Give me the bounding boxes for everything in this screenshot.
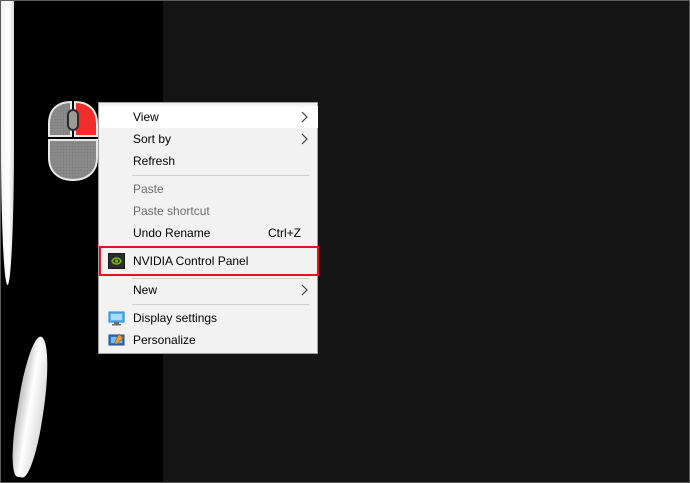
menu-item-view[interactable]: View bbox=[100, 106, 318, 128]
menu-item-label: View bbox=[133, 110, 159, 124]
screen-glare-top bbox=[1, 0, 14, 285]
menu-item-undo-rename[interactable]: Undo Rename Ctrl+Z bbox=[100, 222, 318, 244]
menu-item-label: Refresh bbox=[133, 154, 176, 168]
nvidia-icon bbox=[108, 253, 125, 269]
menu-item-label: Paste shortcut bbox=[133, 204, 210, 218]
menu-item-label: Display settings bbox=[133, 311, 218, 325]
menu-item-personalize[interactable]: Personalize bbox=[100, 329, 318, 351]
menu-item-label: Undo Rename bbox=[133, 226, 211, 240]
menu-item-nvidia-control-panel[interactable]: NVIDIA Control Panel bbox=[100, 250, 318, 272]
personalize-icon bbox=[108, 333, 125, 346]
menu-item-shortcut: Ctrl+Z bbox=[268, 226, 301, 240]
menu-separator bbox=[132, 304, 309, 305]
menu-item-refresh[interactable]: Refresh bbox=[100, 150, 318, 172]
right-click-mouse-icon bbox=[48, 100, 98, 182]
display-settings-icon bbox=[108, 311, 125, 326]
menu-item-display-settings[interactable]: Display settings bbox=[100, 307, 318, 329]
menu-item-label: Personalize bbox=[133, 333, 196, 347]
menu-item-paste[interactable]: Paste bbox=[100, 178, 318, 200]
menu-item-label: Sort by bbox=[133, 132, 172, 146]
menu-separator bbox=[132, 246, 309, 247]
desktop-context-menu: View Sort by Refresh Paste Paste shortcu… bbox=[98, 102, 318, 354]
menu-separator bbox=[132, 175, 309, 176]
menu-item-label: NVIDIA Control Panel bbox=[133, 254, 249, 268]
chevron-right-icon bbox=[301, 133, 308, 145]
menu-item-paste-shortcut[interactable]: Paste shortcut bbox=[100, 200, 318, 222]
chevron-right-icon bbox=[301, 284, 308, 296]
menu-item-new[interactable]: New bbox=[100, 279, 318, 301]
chevron-right-icon bbox=[301, 111, 308, 123]
menu-item-label: Paste bbox=[133, 182, 164, 196]
menu-item-sort-by[interactable]: Sort by bbox=[100, 128, 318, 150]
menu-item-label: New bbox=[133, 283, 158, 297]
